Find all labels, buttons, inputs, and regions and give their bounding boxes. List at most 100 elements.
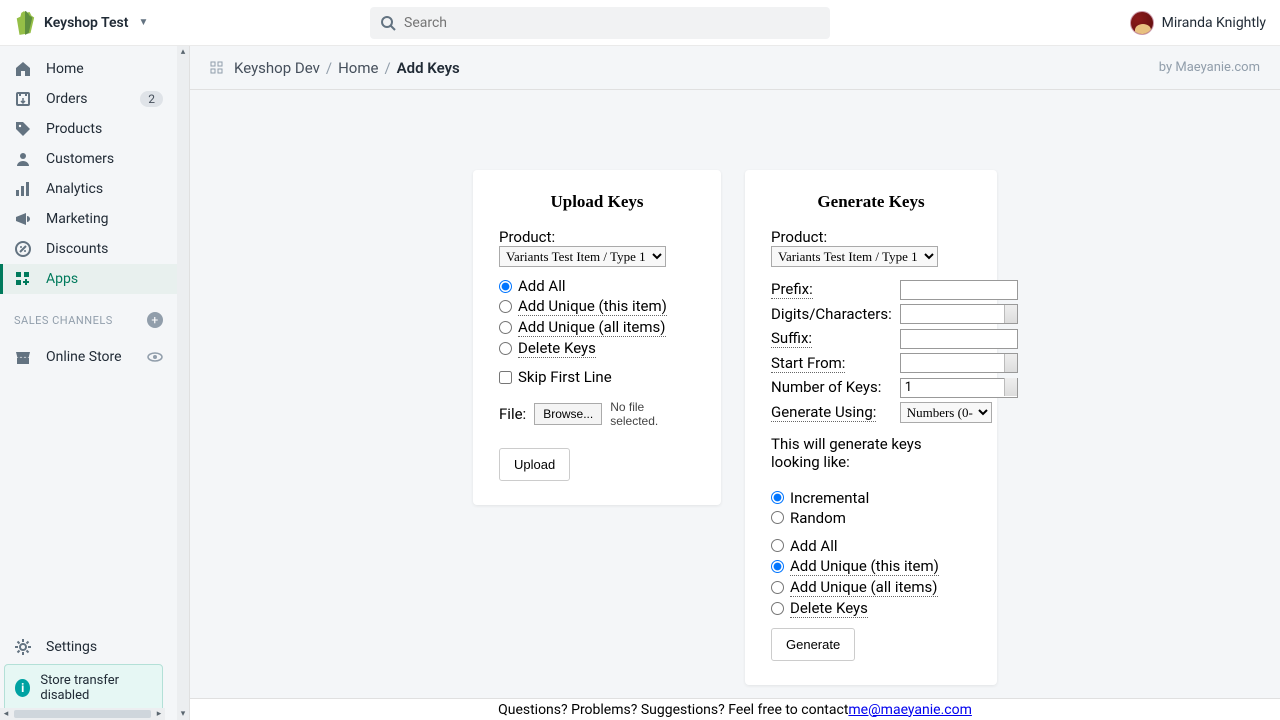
byline: by Maeyanie.com <box>1159 60 1260 75</box>
sidebar-item-label: Orders <box>46 91 88 107</box>
store-name: Keyshop Test <box>44 15 128 31</box>
analytics-icon <box>14 180 32 198</box>
scroll-right-icon[interactable]: ▸ <box>153 708 165 720</box>
digits-label: Digits/Characters: <box>771 305 892 323</box>
apps-icon <box>14 270 32 288</box>
startfrom-input[interactable] <box>900 353 1018 373</box>
breadcrumb-home[interactable]: Home <box>338 59 378 77</box>
content: Upload Keys Product: Variants Test Item … <box>190 90 1280 698</box>
radio-add-all[interactable]: Add All <box>499 277 695 295</box>
radio-add-unique-all[interactable]: Add Unique (all items) <box>499 318 695 337</box>
sidebar-item-online-store[interactable]: Online Store <box>0 342 177 372</box>
sidebar-item-label: Customers <box>46 151 114 167</box>
genusing-select[interactable]: Numbers (0-9) <box>900 402 992 423</box>
skip-first-line-check[interactable] <box>499 371 512 384</box>
generate-card: Generate Keys Product: Variants Test Ite… <box>745 170 997 685</box>
gen-radio-add-unique-all[interactable]: Add Unique (all items) <box>771 578 971 597</box>
avatar <box>1130 11 1154 35</box>
main-header: Keyshop Dev / Home / Add Keys by Maeyani… <box>190 46 1280 90</box>
user-name: Miranda Knightly <box>1162 15 1266 31</box>
shopify-logo-icon <box>14 11 36 35</box>
discount-icon <box>14 240 32 258</box>
upload-product-select[interactable]: Variants Test Item / Type 1 <box>499 246 666 267</box>
caret-down-icon: ▼ <box>138 17 148 28</box>
topbar: Keyshop Test ▼ Miranda Knightly <box>0 0 1280 46</box>
file-label: File: <box>499 405 526 423</box>
scroll-up-icon[interactable]: ▴ <box>177 46 189 58</box>
sidebar-item-products[interactable]: Products <box>0 114 177 144</box>
info-icon: i <box>15 679 30 697</box>
generate-button[interactable]: Generate <box>771 628 855 661</box>
numkeys-label: Number of Keys: <box>771 378 881 396</box>
search-input[interactable] <box>404 15 820 31</box>
upload-mode-group: Add All Add Unique (this item) Add Uniqu… <box>499 277 695 358</box>
h-scrollbar[interactable]: ◂ ▸ <box>0 708 165 720</box>
breadcrumb-current: Add Keys <box>397 59 460 77</box>
upload-product-label: Product: <box>499 228 555 246</box>
suffix-input[interactable] <box>900 329 1018 349</box>
sidebar: Home Orders 2 Products Customers Analyti… <box>0 46 190 720</box>
sidebar-item-label: Online Store <box>46 349 122 365</box>
eye-icon[interactable] <box>147 349 163 365</box>
gen-radio-add-all[interactable]: Add All <box>771 537 971 555</box>
digits-input[interactable] <box>900 304 1018 324</box>
store-icon <box>14 348 32 366</box>
sidebar-item-orders[interactable]: Orders 2 <box>0 84 177 114</box>
customer-icon <box>14 150 32 168</box>
search-icon <box>380 15 396 31</box>
gear-icon <box>14 638 32 656</box>
upload-title: Upload Keys <box>499 192 695 212</box>
sidebar-item-label: Marketing <box>46 211 109 227</box>
sidebar-item-home[interactable]: Home <box>0 54 177 84</box>
main: Keyshop Dev / Home / Add Keys by Maeyani… <box>190 46 1280 720</box>
no-file-label: No file selected. <box>610 400 695 428</box>
section-sales-channels: SALES CHANNELS + <box>0 294 177 334</box>
sidebar-item-customers[interactable]: Customers <box>0 144 177 174</box>
user-menu[interactable]: Miranda Knightly <box>1130 11 1266 35</box>
upload-button[interactable]: Upload <box>499 448 570 481</box>
sidebar-item-analytics[interactable]: Analytics <box>0 174 177 204</box>
app-icon <box>210 61 224 75</box>
sidebar-item-label: Apps <box>46 271 78 287</box>
settings-label: Settings <box>46 639 97 655</box>
orders-icon <box>14 90 32 108</box>
h-scroll-thumb[interactable] <box>14 710 151 718</box>
radio-delete-keys[interactable]: Delete Keys <box>499 339 695 358</box>
numkeys-input[interactable] <box>900 378 1018 398</box>
gen-radio-add-unique-item[interactable]: Add Unique (this item) <box>771 557 971 576</box>
scroll-left-icon[interactable]: ◂ <box>0 708 12 720</box>
radio-add-unique-item[interactable]: Add Unique (this item) <box>499 297 695 316</box>
footer: Questions? Problems? Suggestions? Feel f… <box>190 698 1280 720</box>
radio-incremental[interactable]: Incremental <box>771 489 971 507</box>
transfer-notice: i Store transfer disabled <box>4 664 163 712</box>
v-scrollbar[interactable]: ▴ ▾ <box>177 46 189 720</box>
footer-text: Questions? Problems? Suggestions? Feel f… <box>498 702 848 718</box>
sidebar-item-label: Analytics <box>46 181 103 197</box>
gen-radio-delete-keys[interactable]: Delete Keys <box>771 599 971 618</box>
scroll-down-icon[interactable]: ▾ <box>177 708 189 720</box>
sidebar-item-apps[interactable]: Apps <box>0 264 177 294</box>
sidebar-item-settings[interactable]: Settings <box>0 632 165 662</box>
upload-card: Upload Keys Product: Variants Test Item … <box>473 170 721 505</box>
sidebar-item-label: Discounts <box>46 241 108 257</box>
home-icon <box>14 60 32 78</box>
sidebar-item-discounts[interactable]: Discounts <box>0 234 177 264</box>
notice-text: Store transfer disabled <box>40 673 152 703</box>
prefix-input[interactable] <box>900 280 1018 300</box>
sidebar-item-marketing[interactable]: Marketing <box>0 204 177 234</box>
browse-button[interactable]: Browse... <box>534 403 602 425</box>
footer-email-link[interactable]: me@maeyanie.com <box>848 702 971 718</box>
skip-first-line-label: Skip First Line <box>518 368 612 386</box>
startfrom-label: Start From: <box>771 354 845 373</box>
megaphone-icon <box>14 210 32 228</box>
generate-title: Generate Keys <box>771 192 971 212</box>
preview-text: This will generate keys looking like: <box>771 435 971 471</box>
mode-group: Incremental Random <box>771 489 971 527</box>
gen-action-group: Add All Add Unique (this item) Add Uniqu… <box>771 537 971 618</box>
add-channel-icon[interactable]: + <box>147 312 163 328</box>
store-switcher[interactable]: Keyshop Test ▼ <box>0 11 190 35</box>
breadcrumb-app[interactable]: Keyshop Dev <box>234 59 320 77</box>
radio-random[interactable]: Random <box>771 509 971 527</box>
search-bar[interactable] <box>370 7 830 39</box>
generate-product-select[interactable]: Variants Test Item / Type 1 <box>771 246 938 267</box>
